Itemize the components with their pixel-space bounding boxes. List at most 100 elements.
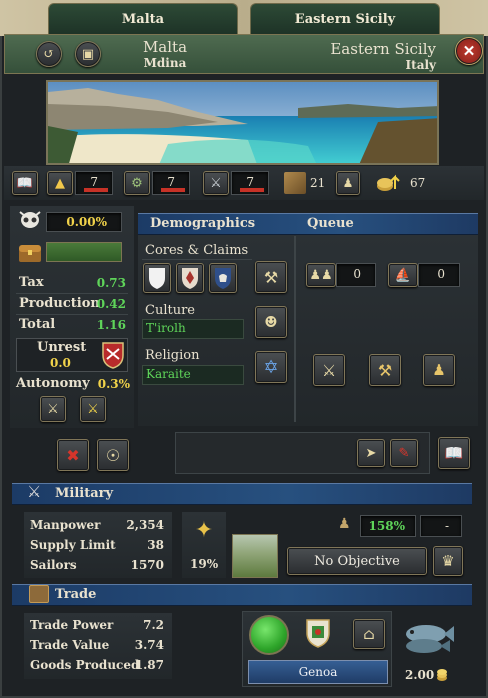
supply-limit-label: Supply Limit xyxy=(30,538,116,552)
decrease-production-bar[interactable] xyxy=(161,188,185,192)
military-title: Military xyxy=(55,486,114,501)
cores-label: Cores & Claims xyxy=(145,243,249,258)
merchant-button[interactable]: ⌂ xyxy=(353,619,385,649)
recruit-units-button[interactable]: ♟♟ xyxy=(306,263,336,287)
fort-star-icon: ✦ xyxy=(194,518,214,543)
increase-production-button[interactable]: ⚙ xyxy=(124,171,150,195)
queue-title: Queue xyxy=(307,216,354,231)
manpower-value: 2,354 xyxy=(126,518,164,532)
core-shield-1[interactable] xyxy=(143,263,171,293)
mercenary-button[interactable]: ♟ xyxy=(423,354,455,386)
crossed-swords-icon: ⚔ xyxy=(321,360,337,380)
increase-autonomy-button[interactable]: ⚔ xyxy=(80,396,106,422)
shield-icon xyxy=(182,268,198,289)
province-picture xyxy=(46,80,439,165)
core-shield-2[interactable] xyxy=(176,263,204,293)
religion-value: Karaite xyxy=(146,367,191,381)
vertical-divider xyxy=(294,236,296,422)
religion-field: Karaite xyxy=(142,365,244,385)
building-icon: ⌂ xyxy=(363,625,375,643)
objective-button[interactable]: No Objective xyxy=(287,547,427,575)
hammer-icon: ⚒ xyxy=(377,360,393,380)
build-ships-button[interactable]: ⛵ xyxy=(388,263,418,287)
ships-icon: ⛵ xyxy=(394,267,412,283)
claim-button[interactable]: ⚒ xyxy=(255,261,287,293)
total-value: 1.16 xyxy=(96,318,126,332)
transfer-icon: ➤ xyxy=(365,445,377,461)
trade-node-banner[interactable]: Genoa xyxy=(248,660,388,684)
figure-icon: ♟ xyxy=(342,176,354,190)
trade-value-label: Trade Value xyxy=(30,638,110,652)
production-dev-value: 7 xyxy=(167,175,175,189)
treasure-chest-icon xyxy=(16,240,44,264)
decrease-tax-bar[interactable] xyxy=(84,188,108,192)
claim-icon: ⚒ xyxy=(263,267,279,287)
religion-button[interactable]: ✡ xyxy=(255,351,287,383)
shield-icon xyxy=(215,268,231,289)
transfer-button[interactable]: ➤ xyxy=(357,439,385,467)
helmet-icon: ♛ xyxy=(441,552,455,570)
scroll-icon: ✎ xyxy=(398,445,410,461)
production-value: 0.42 xyxy=(96,297,126,311)
core-shield-3[interactable] xyxy=(209,263,237,293)
goods-produced-value: 1.87 xyxy=(134,658,164,672)
sailors-value: 1570 xyxy=(130,558,164,572)
culture-convert-button[interactable]: ☻ xyxy=(255,306,287,338)
objective-settings-button[interactable]: ♛ xyxy=(433,546,463,576)
trade-power-label: Trade Power xyxy=(30,618,114,632)
hammer-cross-icon: ✖ xyxy=(66,445,80,465)
skull-icon xyxy=(16,208,44,234)
history-icon: ↺ xyxy=(43,46,55,62)
ledger-button[interactable]: 📖 xyxy=(12,171,38,195)
trade-title: Trade xyxy=(55,587,97,602)
separatism-value: 0.00% xyxy=(66,215,107,229)
trade-value-value: 3.74 xyxy=(134,638,164,652)
culture-label: Culture xyxy=(145,303,195,318)
production-dev-field: 7 xyxy=(152,171,190,195)
close-button[interactable]: ✕ xyxy=(455,37,483,65)
soldiers-icon: ♟♟ xyxy=(309,267,333,283)
trade-chest-icon xyxy=(29,585,49,603)
tab-state-label: Eastern Sicily xyxy=(294,12,396,27)
trade-status-indicator[interactable] xyxy=(249,615,289,655)
book-icon: 📖 xyxy=(16,175,34,191)
tab-province-label: Malta xyxy=(121,12,165,27)
province-name: Malta xyxy=(142,38,188,56)
coins-icon xyxy=(376,173,402,193)
fort-button[interactable]: ☉ xyxy=(97,439,129,471)
tab-province[interactable]: Malta xyxy=(48,3,238,35)
recruit-regiment-button[interactable]: ⚔ xyxy=(313,354,345,386)
overview-divider xyxy=(16,314,128,315)
cancel-construction-button[interactable]: ✖ xyxy=(57,439,89,471)
trade-goods-count: 67 xyxy=(410,176,426,190)
history-button[interactable]: ↺ xyxy=(36,41,62,67)
map-icon xyxy=(284,172,306,194)
garrison-extra-value: - xyxy=(444,519,449,533)
units-queue-field: 0 xyxy=(336,263,376,287)
section-divider xyxy=(142,259,252,260)
autonomy-value: 0.3% xyxy=(97,377,130,391)
trade-income-value: 2.00 xyxy=(405,668,435,682)
missionary-button[interactable]: ✎ xyxy=(390,439,418,467)
tab-state[interactable]: Eastern Sicily xyxy=(250,3,440,35)
unrest-value: 0.0 xyxy=(50,356,71,370)
trade-shield-icon xyxy=(305,618,331,648)
increase-tax-button[interactable]: ▲ xyxy=(47,171,73,195)
trade-goods-button[interactable]: ♟ xyxy=(336,171,360,195)
build-button[interactable]: ⚒ xyxy=(369,354,401,386)
buildings-view-button[interactable]: ▣ xyxy=(75,41,101,67)
garrison-value: 158% xyxy=(368,519,405,533)
sailors-label: Sailors xyxy=(30,558,77,572)
open-book-icon: 📖 xyxy=(444,444,464,462)
decrease-manpower-bar[interactable] xyxy=(240,188,264,192)
separatism-field: 0.00% xyxy=(46,212,122,232)
ships-queue-value: 0 xyxy=(437,267,445,281)
ships-queue-field: 0 xyxy=(418,263,460,287)
production-icon: ⚙ xyxy=(131,175,143,191)
sword-minus-icon: ⚔ xyxy=(47,401,59,417)
increase-manpower-button[interactable]: ⚔ xyxy=(203,171,229,195)
buildings-count: 21 xyxy=(310,176,326,190)
decrease-autonomy-button[interactable]: ⚔ xyxy=(40,396,66,422)
demographics-title: Demographics xyxy=(150,216,256,231)
province-notes-button[interactable]: 📖 xyxy=(438,437,470,469)
